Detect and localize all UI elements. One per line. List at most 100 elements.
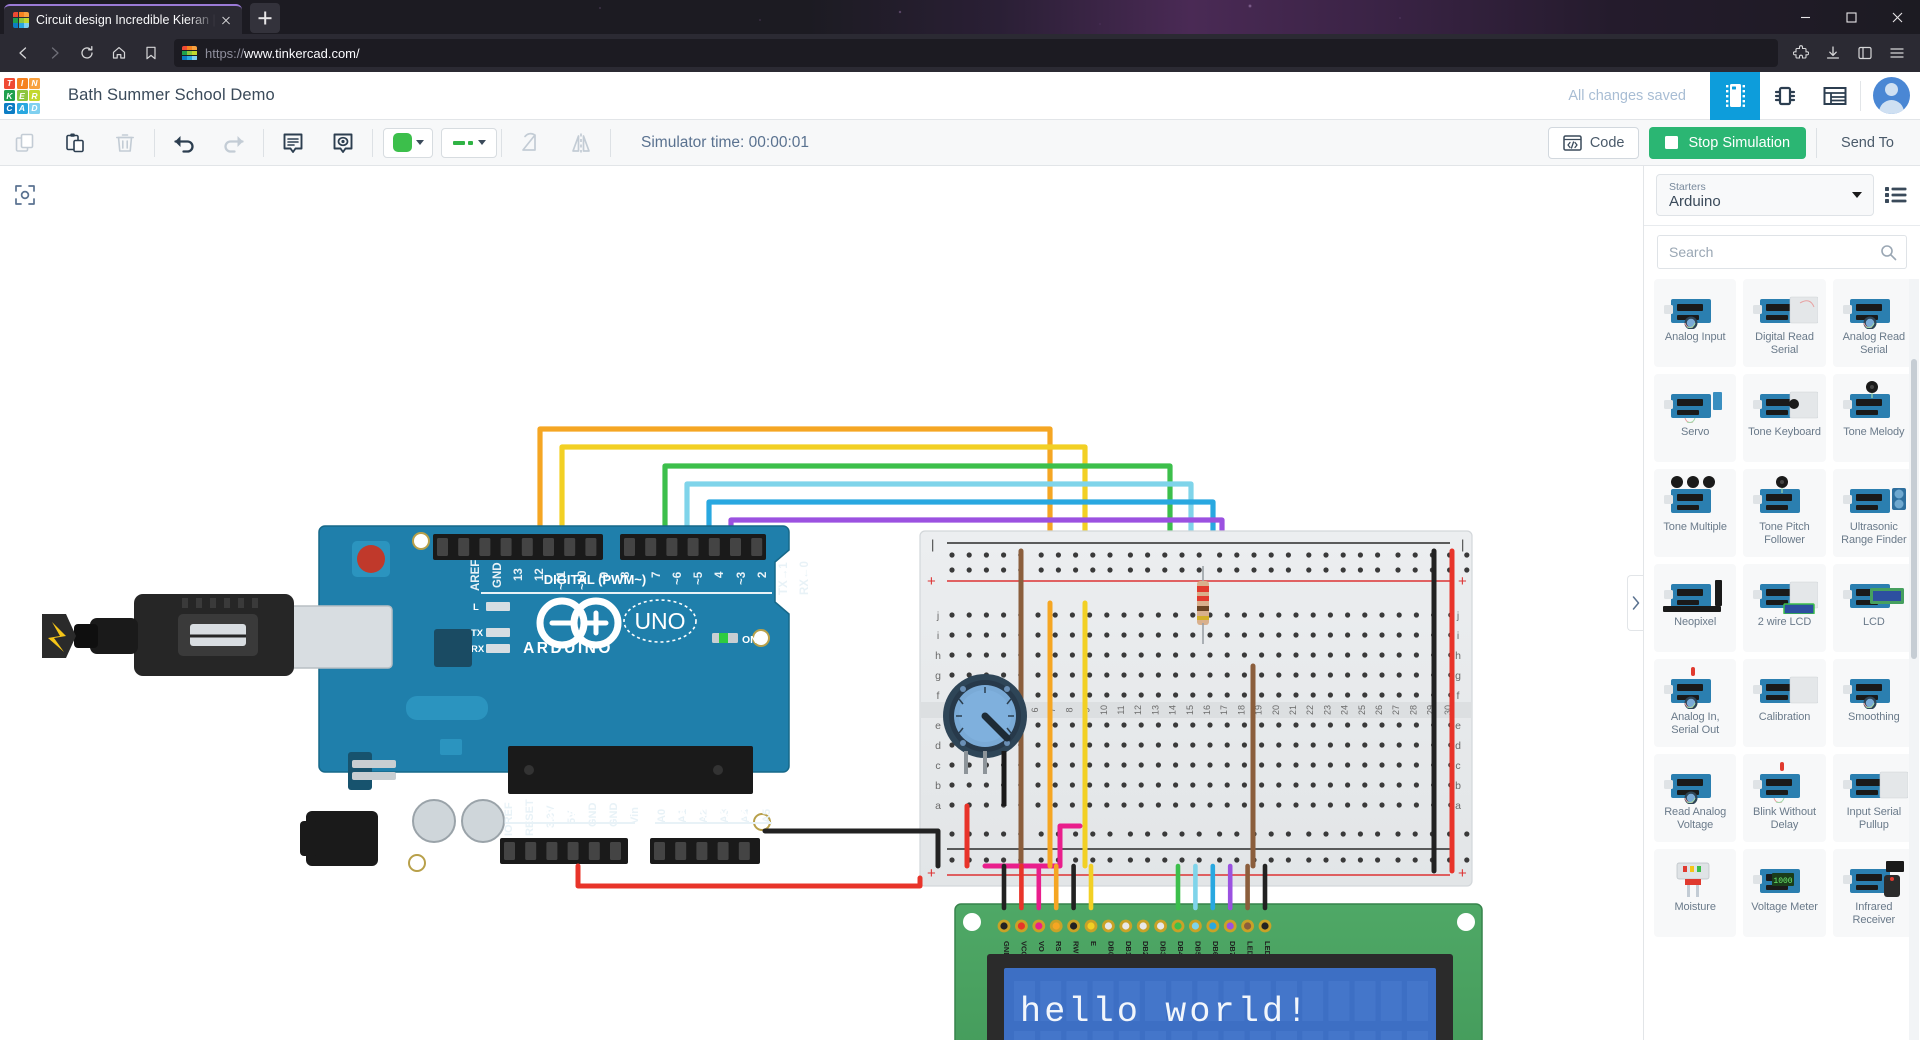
svg-text:a: a bbox=[1455, 800, 1461, 812]
tinkercad-logo[interactable]: TIN KER CAD bbox=[3, 77, 41, 115]
delete-icon[interactable] bbox=[100, 120, 150, 166]
schematic-view-button[interactable] bbox=[1760, 72, 1810, 120]
rotate-icon[interactable] bbox=[506, 120, 556, 166]
toolbar-divider-4 bbox=[501, 129, 502, 157]
annotation-icon[interactable] bbox=[318, 120, 368, 166]
svg-text:GND: GND bbox=[492, 562, 504, 588]
home-icon[interactable] bbox=[104, 38, 134, 68]
avatar[interactable] bbox=[1873, 77, 1910, 114]
component-card[interactable]: 1000Voltage Meter bbox=[1743, 849, 1825, 937]
url-tinkercad-icon bbox=[182, 46, 197, 61]
component-card[interactable]: Infrared Receiver bbox=[1833, 849, 1915, 937]
browser-menu-icon[interactable] bbox=[1882, 38, 1912, 68]
search-placeholder: Search bbox=[1669, 244, 1880, 260]
component-card[interactable]: Analog Read Serial bbox=[1833, 279, 1915, 367]
component-card[interactable]: Tone Pitch Follower bbox=[1743, 469, 1825, 557]
search-input[interactable]: Search bbox=[1657, 235, 1907, 269]
color-swatch bbox=[393, 133, 412, 152]
code-button[interactable]: Code bbox=[1548, 127, 1640, 159]
component-card[interactable]: 2 wire LCD bbox=[1743, 564, 1825, 652]
svg-text:i: i bbox=[937, 630, 939, 642]
color-picker-button[interactable] bbox=[383, 128, 433, 158]
window-maximize-icon[interactable] bbox=[1828, 0, 1874, 34]
component-card[interactable]: Analog In, Serial Out bbox=[1654, 659, 1736, 747]
wire-5v-red bbox=[578, 866, 920, 886]
library-icon[interactable] bbox=[1850, 38, 1880, 68]
component-card[interactable]: Digital Read Serial bbox=[1743, 279, 1825, 367]
svg-text:f: f bbox=[1457, 690, 1460, 702]
svg-text:11: 11 bbox=[1116, 705, 1126, 714]
page-title[interactable]: Bath Summer School Demo bbox=[68, 86, 275, 105]
arduino-neopixel-icon bbox=[1661, 570, 1729, 614]
notes-icon[interactable] bbox=[268, 120, 318, 166]
component-list[interactable]: Analog Input Digital Read Serial Analog … bbox=[1644, 279, 1920, 1040]
circuit-canvas[interactable]: | | + + + + 1234567891011121314151617181… bbox=[0, 166, 1643, 1040]
extensions-icon[interactable] bbox=[1786, 38, 1816, 68]
panel-scrollbar[interactable] bbox=[1909, 279, 1919, 1040]
svg-text:IOREF: IOREF bbox=[503, 802, 515, 836]
svg-text:6: 6 bbox=[1030, 707, 1040, 712]
redo-icon[interactable] bbox=[209, 120, 259, 166]
component-card[interactable]: Servo bbox=[1654, 374, 1736, 462]
component-label: Voltage Meter bbox=[1748, 899, 1821, 914]
svg-text:15: 15 bbox=[1185, 705, 1195, 715]
paste-icon[interactable] bbox=[50, 120, 100, 166]
svg-text:14: 14 bbox=[1168, 705, 1178, 715]
wire-style-button[interactable] bbox=[441, 128, 497, 158]
svg-text:DB1: DB1 bbox=[1124, 941, 1133, 956]
browser-tab-strip: Circuit design Incredible Kieran | T bbox=[0, 0, 1920, 34]
component-label: Blink Without Delay bbox=[1743, 804, 1825, 832]
window-minimize-icon[interactable] bbox=[1782, 0, 1828, 34]
component-card[interactable]: Read Analog Voltage bbox=[1654, 754, 1736, 842]
bookmark-icon[interactable] bbox=[136, 38, 166, 68]
component-card[interactable]: Neopixel bbox=[1654, 564, 1736, 652]
svg-text:~5: ~5 bbox=[693, 571, 705, 585]
components-list-button[interactable] bbox=[1810, 72, 1860, 120]
panel-collapse-button[interactable] bbox=[1627, 575, 1643, 631]
svg-text:10: 10 bbox=[1099, 705, 1109, 715]
list-view-button[interactable] bbox=[1882, 181, 1910, 209]
browser-tab[interactable]: Circuit design Incredible Kieran | T bbox=[4, 4, 242, 34]
component-card[interactable]: Tone Melody bbox=[1833, 374, 1915, 462]
component-card[interactable]: Input Serial Pullup bbox=[1833, 754, 1915, 842]
save-status: All changes saved bbox=[1568, 88, 1686, 104]
arduino-led-icon bbox=[1750, 760, 1818, 804]
svg-text:d: d bbox=[935, 740, 941, 752]
svg-text:+: + bbox=[1458, 865, 1467, 882]
mirror-icon[interactable] bbox=[556, 120, 606, 166]
send-to-button[interactable]: Send To bbox=[1827, 127, 1908, 159]
copy-icon[interactable] bbox=[0, 120, 50, 166]
svg-text:+: + bbox=[927, 573, 936, 590]
component-card[interactable]: LCD bbox=[1833, 564, 1915, 652]
voltage-meter-icon: 1000 bbox=[1750, 855, 1818, 899]
stop-simulation-button[interactable]: Stop Simulation bbox=[1649, 127, 1806, 159]
reload-icon[interactable] bbox=[72, 38, 102, 68]
starters-dropdown[interactable]: Starters Arduino bbox=[1656, 174, 1874, 216]
component-card[interactable]: Smoothing bbox=[1833, 659, 1915, 747]
header-right-group: All changes saved bbox=[1568, 72, 1920, 120]
back-arrow-icon[interactable] bbox=[8, 38, 38, 68]
header-divider bbox=[1860, 81, 1861, 111]
window-close-icon[interactable] bbox=[1874, 0, 1920, 34]
downloads-icon[interactable] bbox=[1818, 38, 1848, 68]
app-header: TIN KER CAD Bath Summer School Demo All … bbox=[0, 72, 1920, 120]
forward-arrow-icon[interactable] bbox=[40, 38, 70, 68]
stop-square-icon bbox=[1665, 136, 1678, 149]
breadboard-view-button[interactable] bbox=[1710, 72, 1760, 120]
url-bar[interactable]: https://www.tinkercad.com/ bbox=[174, 39, 1778, 67]
new-tab-button[interactable] bbox=[250, 3, 280, 33]
svg-text:c: c bbox=[935, 760, 940, 772]
component-card[interactable]: Tone Keyboard bbox=[1743, 374, 1825, 462]
scrollbar-thumb[interactable] bbox=[1911, 359, 1917, 659]
svg-text:21: 21 bbox=[1288, 705, 1298, 715]
component-card[interactable]: Analog Input bbox=[1654, 279, 1736, 367]
undo-icon[interactable] bbox=[159, 120, 209, 166]
toolbar-divider bbox=[154, 129, 155, 157]
component-card[interactable]: Ultrasonic Range Finder bbox=[1833, 469, 1915, 557]
component-card[interactable]: Blink Without Delay bbox=[1743, 754, 1825, 842]
tab-close-icon[interactable] bbox=[216, 10, 236, 30]
component-card[interactable]: Tone Multiple bbox=[1654, 469, 1736, 557]
url-scheme: https:// bbox=[205, 46, 244, 61]
component-card[interactable]: Moisture bbox=[1654, 849, 1736, 937]
component-card[interactable]: Calibration bbox=[1743, 659, 1825, 747]
